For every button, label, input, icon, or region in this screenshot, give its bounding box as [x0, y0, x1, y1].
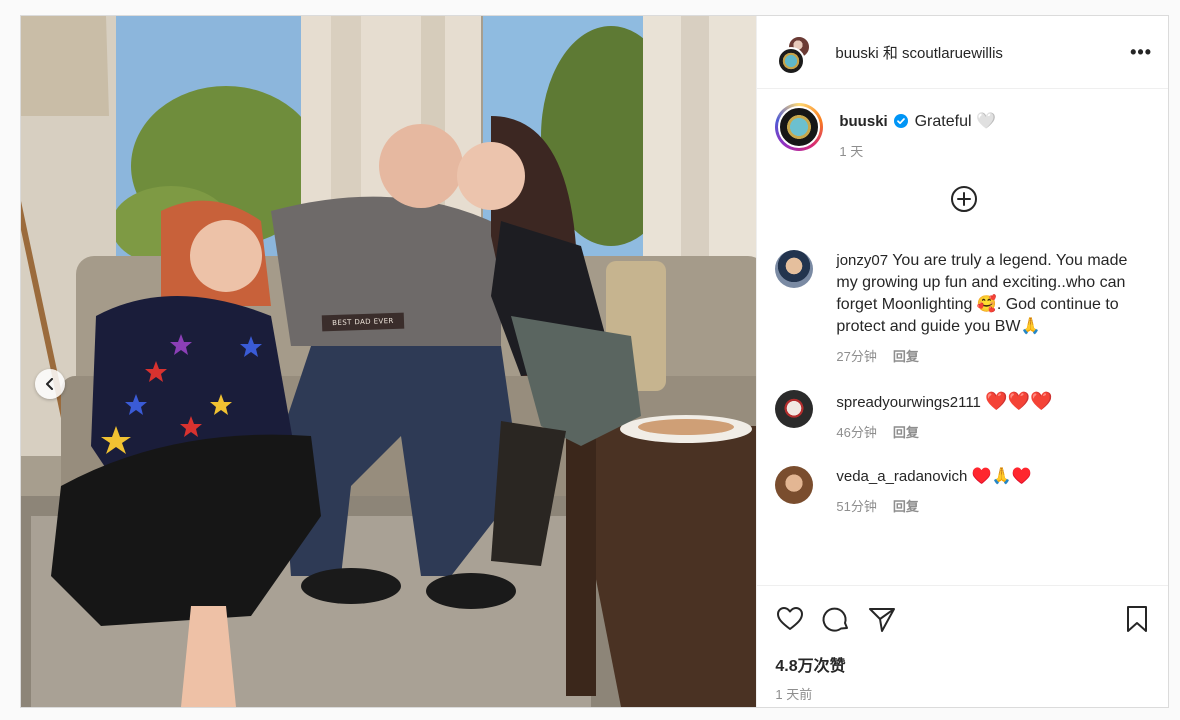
comment-username[interactable]: jonzy07	[836, 252, 888, 269]
post-time: 1 天前	[775, 687, 813, 702]
avatar[interactable]	[775, 390, 814, 428]
comment-time: 51分钟	[836, 499, 877, 514]
comment: veda_a_radanovich ♥️🙏♥️ 51分钟 回复	[775, 466, 1152, 518]
comment-text: ❤️❤️❤️	[985, 391, 1053, 411]
comment: jonzy07 You are truly a legend. You made…	[775, 250, 1152, 368]
post-side-panel: buuski 和 scoutlaruewillis ••• buuski Gra…	[756, 16, 1168, 707]
post-photo[interactable]: BEST DAD EVER	[21, 16, 757, 707]
comment-text: ♥️🙏♥️	[971, 468, 1032, 485]
more-options-button[interactable]: •••	[1130, 43, 1152, 61]
avatar[interactable]	[775, 250, 814, 288]
caption: buuski Grateful 🤍 1 天	[775, 103, 1152, 160]
reply-button[interactable]: 回复	[893, 496, 919, 518]
photo-illustration	[21, 16, 757, 707]
load-more-comments-icon[interactable]	[949, 184, 979, 214]
collab-avatars[interactable]	[775, 35, 812, 75]
comment-username[interactable]: spreadyourwings2111	[836, 394, 981, 411]
share-icon[interactable]	[867, 604, 897, 634]
caption-username[interactable]: buuski	[839, 113, 887, 130]
caption-text: Grateful 🤍	[914, 113, 996, 130]
story-avatar[interactable]	[775, 103, 824, 151]
instagram-post: BEST DAD EVER buuski 和 scoutlaruewillis …	[20, 15, 1169, 708]
avatar	[777, 47, 806, 75]
post-header: buuski 和 scoutlaruewillis •••	[757, 16, 1168, 89]
post-authors[interactable]: buuski 和 scoutlaruewillis	[835, 42, 1130, 63]
bookmark-icon[interactable]	[1122, 604, 1152, 634]
comment-icon[interactable]	[821, 604, 851, 634]
like-count[interactable]: 4.8万次赞	[775, 652, 1152, 676]
comments-section[interactable]: buuski Grateful 🤍 1 天 jonzy07 You are tr…	[757, 89, 1168, 585]
heart-icon[interactable]	[775, 604, 805, 634]
chevron-left-icon	[46, 378, 53, 390]
reply-button[interactable]: 回复	[893, 346, 919, 368]
comment: spreadyourwings2111 ❤️❤️❤️ 46分钟 回复	[775, 390, 1152, 444]
tag-label: BEST DAD EVER	[321, 312, 405, 332]
avatar	[778, 106, 821, 148]
caption-time: 1 天	[839, 144, 864, 159]
previous-photo-button[interactable]	[35, 369, 65, 399]
reply-button[interactable]: 回复	[893, 422, 919, 444]
comment-username[interactable]: veda_a_radanovich	[836, 468, 967, 485]
avatar[interactable]	[775, 466, 814, 504]
post-actions: 4.8万次赞 1 天前	[757, 585, 1168, 707]
comment-time: 46分钟	[836, 425, 877, 440]
verified-badge-icon	[894, 114, 909, 128]
comment-time: 27分钟	[836, 349, 877, 364]
